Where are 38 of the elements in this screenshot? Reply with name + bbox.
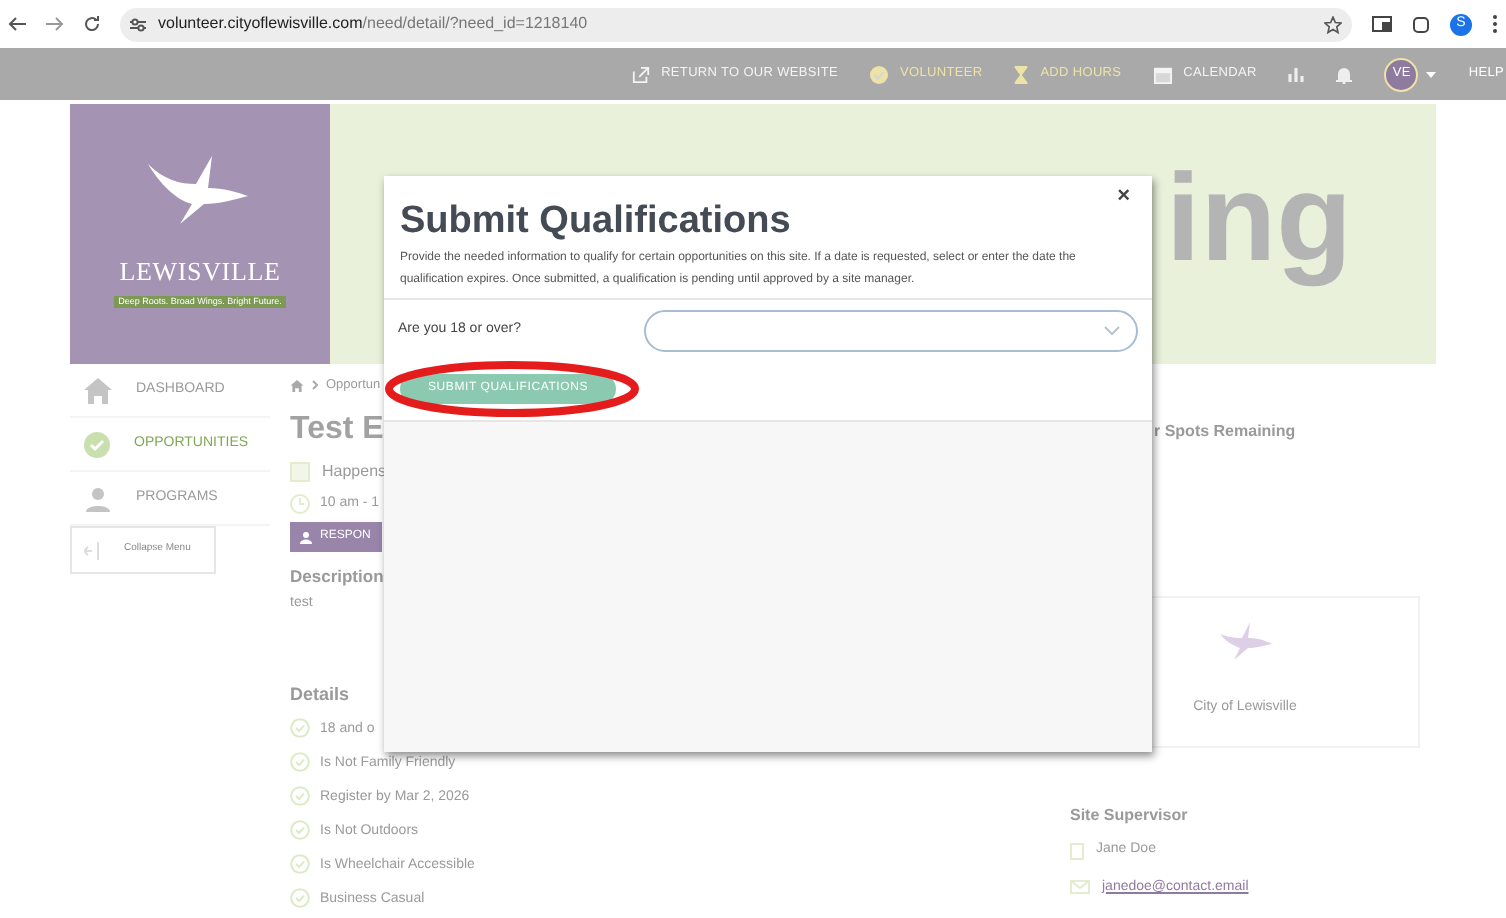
hourglass-icon xyxy=(1014,65,1029,83)
check-circle-icon xyxy=(84,431,110,457)
logo-wordmark: LEWISVILLE xyxy=(119,254,281,290)
banner-title: ing xyxy=(1166,158,1352,282)
person-icon xyxy=(300,531,312,544)
details-heading: Details xyxy=(290,681,352,707)
collapse-arrow-icon xyxy=(84,541,104,559)
modal-title: Submit Qualifications xyxy=(400,200,793,244)
check-circle-icon xyxy=(290,854,310,874)
close-button[interactable]: × xyxy=(1117,186,1130,208)
description-heading: Description xyxy=(290,564,384,590)
bird-logo-icon xyxy=(1219,622,1271,662)
site-info-icon[interactable] xyxy=(130,17,146,31)
back-arrow-icon[interactable] xyxy=(8,16,26,32)
people-icon xyxy=(84,485,112,511)
share-icon xyxy=(631,65,650,83)
chevron-right-icon xyxy=(312,380,318,391)
supervisor-heading: Site Supervisor xyxy=(1070,804,1190,828)
url-text: volunteer.cityoflewisville.com/need/detail/?need_id=1218140 xyxy=(158,12,588,36)
clock-icon xyxy=(290,494,310,514)
menu-icon[interactable] xyxy=(1492,14,1498,34)
check-circle-icon xyxy=(869,65,888,83)
check-circle-icon xyxy=(290,820,310,840)
bookmark-star-icon[interactable] xyxy=(1324,15,1342,33)
envelope-icon xyxy=(1070,880,1090,895)
check-circle-icon xyxy=(290,786,310,806)
chevron-down-icon xyxy=(1104,326,1120,336)
address-bar[interactable]: volunteer.cityoflewisville.com/need/detail/?need_id=1218140 xyxy=(120,7,1352,41)
reload-icon[interactable] xyxy=(84,16,100,32)
tab-search-icon[interactable] xyxy=(1372,16,1392,32)
event-title: Test E xyxy=(290,409,384,450)
event-date: Happens xyxy=(322,459,387,484)
check-circle-icon xyxy=(290,752,310,772)
forward-arrow-icon[interactable] xyxy=(46,16,64,32)
home-icon xyxy=(84,377,112,403)
check-circle-icon xyxy=(290,718,310,738)
check-circle-icon xyxy=(290,888,310,908)
spots-remaining: r Spots Remaining xyxy=(1154,422,1296,442)
